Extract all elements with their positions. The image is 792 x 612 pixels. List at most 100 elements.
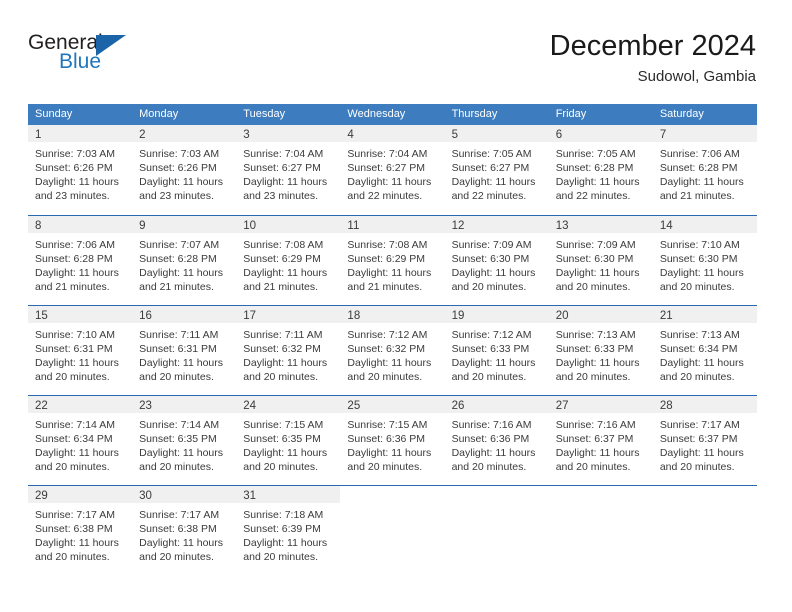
- sunrise-text: Sunrise: 7:13 AM: [659, 329, 740, 341]
- calendar-day-cell[interactable]: 12 Sunrise: 7:09 AM Sunset: 6:30 PM Dayligh…: [444, 216, 549, 305]
- sunset-text: Sunset: 6:30 PM: [555, 253, 634, 265]
- calendar-day-cell[interactable]: 14 Sunrise: 7:10 AM Sunset: 6:30 PM Dayligh…: [652, 216, 757, 305]
- calendar-day-cell[interactable]: 28 Sunrise: 7:17 AM Sunset: 6:37 PM Dayligh…: [652, 396, 757, 485]
- general-blue-logo[interactable]: General Blue: [28, 32, 148, 78]
- day-number-band: 24: [236, 396, 341, 413]
- calendar-day-cell[interactable]: 2 Sunrise: 7:03 AM Sunset: 6:26 PM Daylight…: [132, 125, 237, 215]
- day-number-band: 6: [548, 125, 653, 142]
- day-detail-lines: Sunrise: 7:14 AM Sunset: 6:35 PM Daylight:…: [132, 413, 236, 474]
- day-number: 16: [139, 310, 152, 322]
- calendar-day-cell[interactable]: 18 Sunrise: 7:12 AM Sunset: 6:32 PM Dayligh…: [340, 306, 445, 395]
- sunset-text: Sunset: 6:33 PM: [555, 343, 634, 355]
- sunrise-text: Sunrise: 7:16 AM: [451, 419, 532, 431]
- calendar-day-cell[interactable]: 21 Sunrise: 7:13 AM Sunset: 6:34 PM Dayligh…: [652, 306, 757, 395]
- day-detail-lines: Sunrise: 7:09 AM Sunset: 6:30 PM Daylight:…: [549, 233, 653, 294]
- day-detail-lines: Sunrise: 7:08 AM Sunset: 6:29 PM Daylight:…: [340, 233, 444, 294]
- calendar-day-cell[interactable]: 13 Sunrise: 7:09 AM Sunset: 6:30 PM Dayligh…: [548, 216, 653, 305]
- day-number: 28: [659, 400, 673, 412]
- daylight-text-line1: Daylight: 11 hours: [35, 447, 119, 459]
- day-number: 14: [659, 220, 673, 232]
- day-number: 2: [139, 129, 146, 141]
- day-detail-lines: Sunrise: 7:16 AM Sunset: 6:36 PM Daylight:…: [445, 413, 549, 474]
- day-number-band: 10: [236, 216, 341, 233]
- sunrise-text: Sunrise: 7:14 AM: [139, 419, 220, 431]
- calendar-day-cell[interactable]: 20 Sunrise: 7:13 AM Sunset: 6:33 PM Dayligh…: [548, 306, 653, 395]
- daylight-text-line1: Daylight: 11 hours: [243, 537, 328, 549]
- sunrise-text: Sunrise: 7:06 AM: [659, 148, 740, 160]
- sunrise-text: Sunrise: 7:16 AM: [555, 419, 636, 431]
- daylight-text-line2: and 20 minutes.: [555, 371, 631, 383]
- day-detail-lines: Sunrise: 7:10 AM Sunset: 6:30 PM Daylight:…: [653, 233, 757, 294]
- calendar-day-cell[interactable]: 27 Sunrise: 7:16 AM Sunset: 6:37 PM Dayligh…: [548, 396, 653, 485]
- day-number-band: 3: [236, 125, 341, 142]
- daylight-text-line1: Daylight: 11 hours: [243, 357, 328, 369]
- calendar-day-cell[interactable]: 24 Sunrise: 7:15 AM Sunset: 6:35 PM Dayligh…: [236, 396, 341, 485]
- calendar-day-cell-empty: [445, 486, 549, 575]
- sunrise-text: Sunrise: 7:11 AM: [243, 329, 323, 341]
- sunrise-text: Sunrise: 7:17 AM: [659, 419, 740, 431]
- day-number: 10: [243, 220, 257, 232]
- sunrise-text: Sunrise: 7:08 AM: [243, 239, 324, 251]
- calendar-day-cell[interactable]: 16 Sunrise: 7:11 AM Sunset: 6:31 PM Dayligh…: [132, 306, 237, 395]
- day-detail-lines: Sunrise: 7:15 AM Sunset: 6:35 PM Daylight:…: [236, 413, 340, 474]
- weekday-header-friday: Friday: [555, 108, 587, 120]
- calendar-day-cell[interactable]: 15 Sunrise: 7:10 AM Sunset: 6:31 PM Dayligh…: [28, 306, 133, 395]
- day-number-band: 7: [652, 125, 757, 142]
- calendar-day-cell[interactable]: 5 Sunrise: 7:05 AM Sunset: 6:27 PM Daylight…: [444, 125, 549, 215]
- calendar-day-cell[interactable]: 3 Sunrise: 7:04 AM Sunset: 6:27 PM Daylight…: [236, 125, 341, 215]
- sunrise-text: Sunrise: 7:09 AM: [451, 239, 532, 251]
- calendar-day-cell[interactable]: 30 Sunrise: 7:17 AM Sunset: 6:38 PM Dayligh…: [132, 486, 237, 575]
- sunset-text: Sunset: 6:36 PM: [451, 433, 530, 445]
- calendar-day-cell[interactable]: 22 Sunrise: 7:14 AM Sunset: 6:34 PM Dayligh…: [28, 396, 133, 485]
- daylight-text-line1: Daylight: 11 hours: [555, 447, 640, 459]
- sunrise-text: Sunrise: 7:13 AM: [555, 329, 636, 341]
- calendar-day-cell[interactable]: 4 Sunrise: 7:04 AM Sunset: 6:27 PM Daylight…: [340, 125, 445, 215]
- sunrise-text: Sunrise: 7:03 AM: [139, 148, 220, 160]
- day-number: 27: [555, 400, 569, 412]
- sunset-text: Sunset: 6:28 PM: [35, 253, 113, 265]
- daylight-text-line1: Daylight: 11 hours: [35, 537, 119, 549]
- sunset-text: Sunset: 6:35 PM: [243, 433, 321, 445]
- calendar-day-cell[interactable]: 7 Sunrise: 7:06 AM Sunset: 6:28 PM Daylight…: [652, 125, 757, 215]
- calendar-day-cell[interactable]: 11 Sunrise: 7:08 AM Sunset: 6:29 PM Dayligh…: [340, 216, 445, 305]
- sunset-text: Sunset: 6:28 PM: [139, 253, 217, 265]
- location-subtitle: Sudowol, Gambia: [637, 68, 756, 85]
- sunrise-text: Sunrise: 7:04 AM: [243, 148, 324, 160]
- calendar-day-cell[interactable]: 26 Sunrise: 7:16 AM Sunset: 6:36 PM Dayligh…: [444, 396, 549, 485]
- day-number-band: 13: [548, 216, 653, 233]
- calendar-week-row: 22 Sunrise: 7:14 AM Sunset: 6:34 PM Dayligh…: [28, 395, 757, 485]
- sunrise-text: Sunrise: 7:07 AM: [139, 239, 220, 251]
- daylight-text-line1: Daylight: 11 hours: [451, 447, 536, 459]
- calendar-weekday-header-row: Sunday Monday Tuesday Wednesday Thursday…: [28, 104, 757, 125]
- day-detail-lines: Sunrise: 7:16 AM Sunset: 6:37 PM Daylight:…: [549, 413, 653, 474]
- daylight-text-line2: and 20 minutes.: [451, 371, 527, 383]
- calendar-week-row: 15 Sunrise: 7:10 AM Sunset: 6:31 PM Dayligh…: [28, 305, 757, 395]
- calendar-day-cell[interactable]: 1 Sunrise: 7:03 AM Sunset: 6:26 PM Daylight…: [28, 125, 133, 215]
- calendar-week-row: 8 Sunrise: 7:06 AM Sunset: 6:28 PM Daylight…: [28, 215, 757, 305]
- calendar-day-cell[interactable]: 10 Sunrise: 7:08 AM Sunset: 6:29 PM Dayligh…: [236, 216, 341, 305]
- calendar-day-cell[interactable]: 23 Sunrise: 7:14 AM Sunset: 6:35 PM Dayligh…: [132, 396, 237, 485]
- day-number: 22: [35, 400, 48, 412]
- calendar-day-cell[interactable]: 29 Sunrise: 7:17 AM Sunset: 6:38 PM Dayligh…: [28, 486, 133, 575]
- calendar-day-cell[interactable]: 17 Sunrise: 7:11 AM Sunset: 6:32 PM Dayligh…: [236, 306, 341, 395]
- sunrise-text: Sunrise: 7:15 AM: [243, 419, 324, 431]
- calendar-day-cell[interactable]: 9 Sunrise: 7:07 AM Sunset: 6:28 PM Daylight…: [132, 216, 237, 305]
- sunset-text: Sunset: 6:36 PM: [347, 433, 426, 445]
- sunrise-text: Sunrise: 7:04 AM: [347, 148, 428, 160]
- calendar-page: General Blue December 2024 Sudowol, Gamb…: [0, 0, 792, 612]
- day-detail-lines: Sunrise: 7:13 AM Sunset: 6:34 PM Daylight:…: [653, 323, 757, 384]
- calendar-day-cell[interactable]: 25 Sunrise: 7:15 AM Sunset: 6:36 PM Dayligh…: [340, 396, 445, 485]
- sunset-text: Sunset: 6:35 PM: [139, 433, 217, 445]
- daylight-text-line1: Daylight: 11 hours: [659, 176, 744, 188]
- day-detail-lines: Sunrise: 7:05 AM Sunset: 6:27 PM Daylight:…: [445, 142, 549, 203]
- calendar-day-cell[interactable]: 31 Sunrise: 7:18 AM Sunset: 6:39 PM Dayligh…: [236, 486, 341, 575]
- calendar-day-cell[interactable]: 19 Sunrise: 7:12 AM Sunset: 6:33 PM Dayligh…: [444, 306, 549, 395]
- day-number-band: 2: [132, 125, 237, 142]
- day-detail-lines: Sunrise: 7:04 AM Sunset: 6:27 PM Daylight:…: [340, 142, 444, 203]
- day-detail-lines: Sunrise: 7:05 AM Sunset: 6:28 PM Daylight:…: [549, 142, 653, 203]
- daylight-text-line1: Daylight: 11 hours: [659, 447, 744, 459]
- calendar-day-cell[interactable]: 6 Sunrise: 7:05 AM Sunset: 6:28 PM Daylight…: [548, 125, 653, 215]
- calendar-day-cell[interactable]: 8 Sunrise: 7:06 AM Sunset: 6:28 PM Daylight…: [28, 216, 133, 305]
- daylight-text-line1: Daylight: 11 hours: [451, 176, 536, 188]
- sunset-text: Sunset: 6:37 PM: [659, 433, 738, 445]
